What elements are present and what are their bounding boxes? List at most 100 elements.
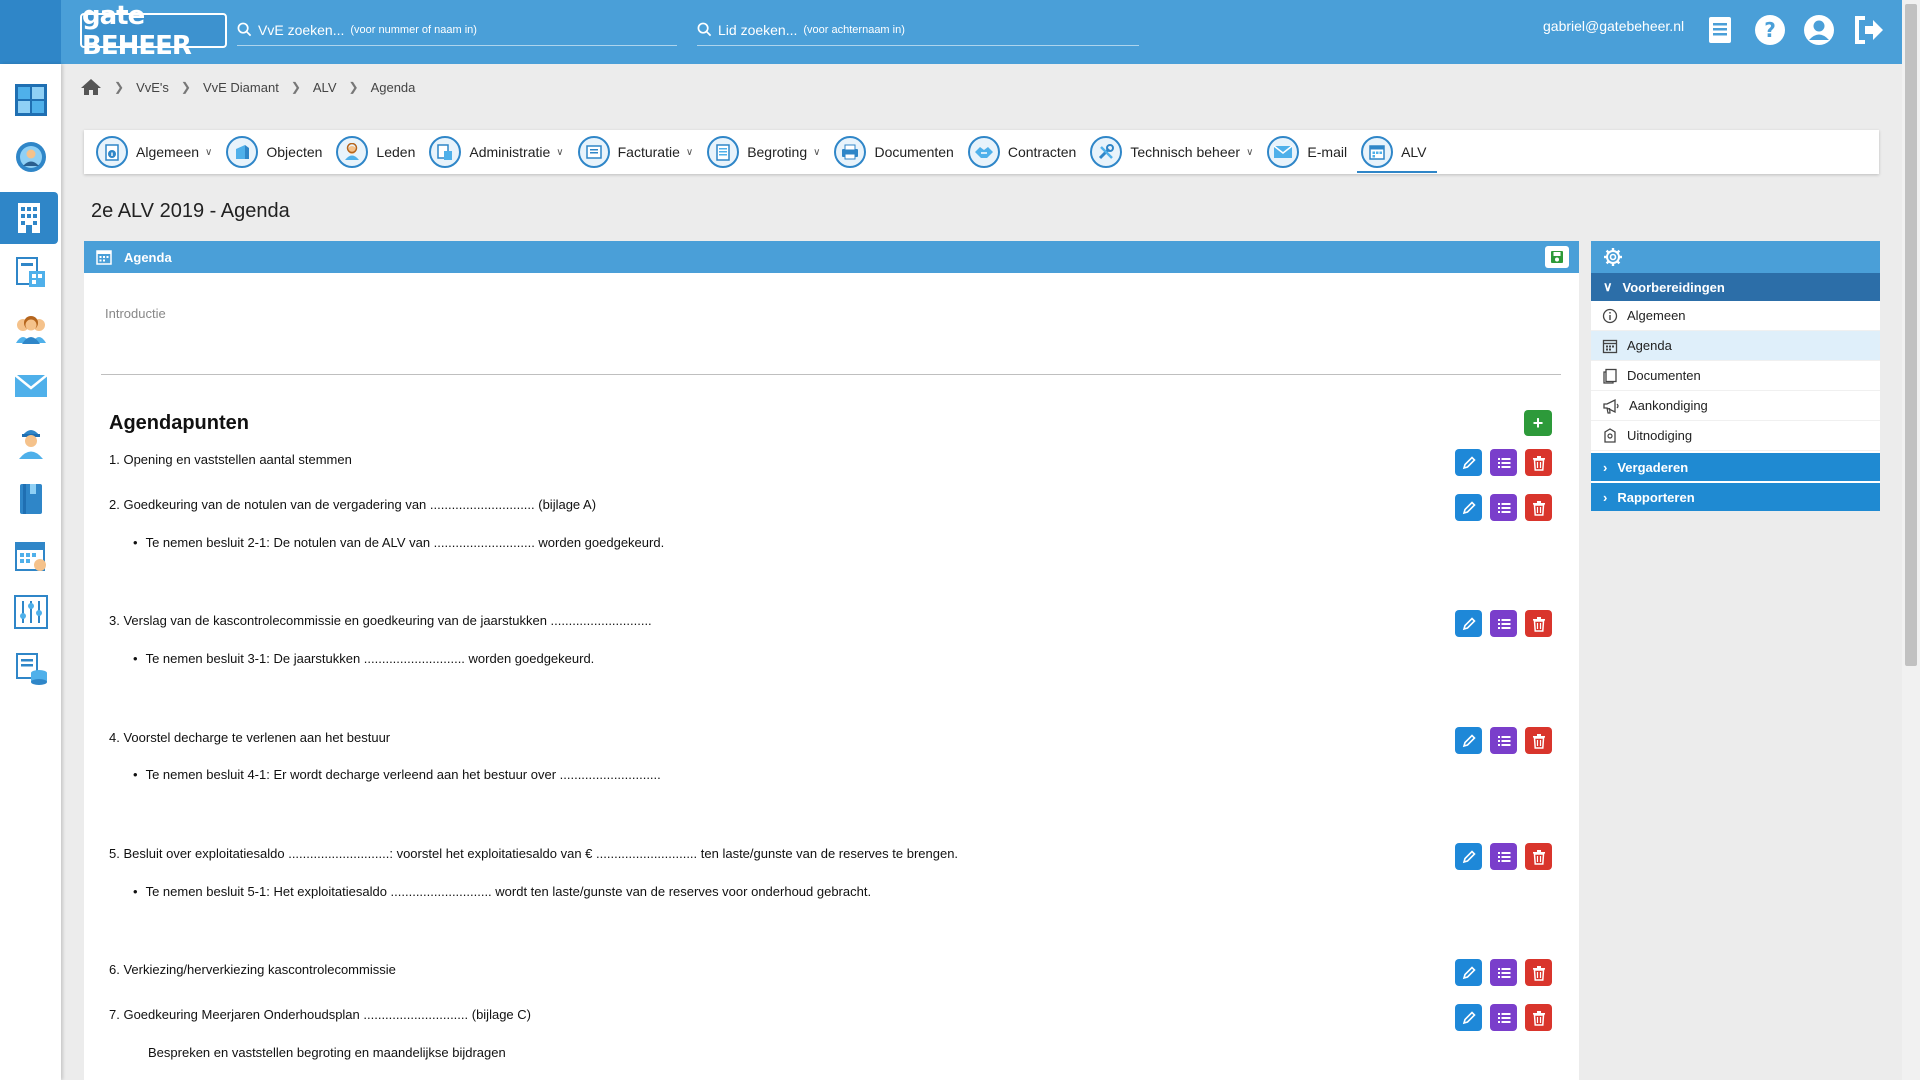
- edit-button[interactable]: [1455, 610, 1482, 637]
- agenda-item-4-besluit: Te nemen besluit 4-1: Er wordt decharge …: [133, 767, 661, 782]
- details-list-button[interactable]: [1490, 843, 1517, 870]
- logout-icon[interactable]: [1852, 13, 1886, 47]
- breadcrumb-item-vve-diamant[interactable]: VvE Diamant: [203, 80, 279, 95]
- tab-leden[interactable]: Leden: [332, 130, 425, 174]
- breadcrumb-item-alv[interactable]: ALV: [313, 80, 337, 95]
- tab-begroting[interactable]: Begroting ∨: [703, 130, 830, 174]
- list-icon: [1497, 851, 1510, 862]
- sidebar-settings-user-icon[interactable]: [0, 131, 61, 183]
- tab-contracten[interactable]: Contracten: [964, 130, 1086, 174]
- sidebar-sliders-icon[interactable]: [0, 586, 61, 638]
- sidebar-administration-icon[interactable]: [0, 247, 61, 299]
- nav-item-agenda[interactable]: Agenda: [1591, 331, 1880, 361]
- edit-button[interactable]: [1455, 1004, 1482, 1031]
- details-list-button[interactable]: [1490, 494, 1517, 521]
- introductie-label[interactable]: Introductie: [105, 306, 166, 321]
- add-agenda-item-button[interactable]: +: [1524, 410, 1552, 436]
- sidebar-buildings-icon[interactable]: [0, 192, 58, 244]
- tab-alv[interactable]: ALV: [1357, 130, 1437, 174]
- chevron-right-icon: ›: [1603, 459, 1608, 475]
- details-list-button[interactable]: [1490, 610, 1517, 637]
- sidebar-book-icon[interactable]: [0, 473, 61, 525]
- tab-administratie[interactable]: Administratie ∨: [425, 130, 573, 174]
- breadcrumb: ❯ VvE's ❯ VvE Diamant ❯ ALV ❯ Agenda: [80, 78, 415, 96]
- tab-objecten[interactable]: Objecten: [222, 130, 332, 174]
- section-voorbereidingen[interactable]: ∨ Voorbereidingen: [1591, 273, 1880, 301]
- tab-algemeen[interactable]: Algemeen ∨: [92, 130, 222, 174]
- details-list-button[interactable]: [1490, 449, 1517, 476]
- nav-item-aankondiging[interactable]: Aankondiging: [1591, 391, 1880, 421]
- details-list-button[interactable]: [1490, 959, 1517, 986]
- home-icon[interactable]: [80, 78, 102, 96]
- agenda-item-3-besluit: Te nemen besluit 3-1: De jaarstukken ...…: [133, 651, 595, 666]
- user-account-icon[interactable]: [1802, 13, 1836, 47]
- trash-icon: [1532, 1010, 1545, 1026]
- sidebar-calendar-icon[interactable]: [0, 530, 61, 582]
- gear-icon[interactable]: [1603, 247, 1623, 267]
- tab-email[interactable]: E-mail: [1263, 130, 1357, 174]
- delete-button[interactable]: [1525, 1004, 1552, 1031]
- list-icon: [1497, 618, 1510, 629]
- list-icon: [1497, 1012, 1510, 1023]
- user-email[interactable]: gabriel@gatebeheer.nl: [1543, 18, 1684, 34]
- pencil-icon: [1462, 500, 1476, 514]
- save-button[interactable]: [1545, 246, 1569, 268]
- agenda-panel-header: Agenda: [84, 241, 1579, 273]
- nav-item-algemeen[interactable]: Algemeen: [1591, 301, 1880, 331]
- sidebar-technician-icon[interactable]: [0, 416, 61, 468]
- edit-button[interactable]: [1455, 959, 1482, 986]
- agenda-item-7-actions: [1455, 1004, 1552, 1031]
- nav-item-uitnodiging[interactable]: Uitnodiging: [1591, 421, 1880, 451]
- invoice-icon: [577, 136, 610, 168]
- vve-search-placeholder: VvE zoeken...: [258, 21, 345, 38]
- chevron-right-icon: ›: [1603, 489, 1608, 505]
- tab-documenten[interactable]: Documenten: [830, 130, 963, 174]
- nav-item-label: Agenda: [1627, 338, 1672, 353]
- manual-book-icon[interactable]: [1703, 13, 1737, 47]
- budget-list-icon: [707, 136, 740, 168]
- trash-icon: [1532, 500, 1545, 516]
- delete-button[interactable]: [1525, 727, 1552, 754]
- tab-label: ALV: [1401, 144, 1427, 160]
- tab-label: E-mail: [1307, 144, 1348, 160]
- details-list-button[interactable]: [1490, 727, 1517, 754]
- nav-item-documenten[interactable]: Documenten: [1591, 361, 1880, 391]
- details-list-button[interactable]: [1490, 1004, 1517, 1031]
- building-icon: [226, 136, 259, 168]
- trash-icon: [1532, 965, 1545, 981]
- vertical-scrollbar-thumb[interactable]: [1905, 4, 1917, 666]
- tab-facturatie[interactable]: Facturatie ∨: [574, 130, 704, 174]
- invitation-icon: [1604, 427, 1616, 443]
- edit-button[interactable]: [1455, 494, 1482, 521]
- breadcrumb-item-vves[interactable]: VvE's: [136, 80, 169, 95]
- edit-button[interactable]: [1455, 843, 1482, 870]
- agenda-item-3: 3. Verslag van de kascontrolecommissie e…: [109, 613, 652, 628]
- tab-technisch-beheer[interactable]: Technisch beheer ∨: [1086, 130, 1263, 174]
- pencil-icon: [1462, 733, 1476, 747]
- delete-button[interactable]: [1525, 494, 1552, 521]
- lid-search-input[interactable]: Lid zoeken... (voor achternaam in): [697, 14, 1139, 46]
- sidebar-dashboard-icon[interactable]: [0, 74, 61, 126]
- gate-beheer-logo[interactable]: gate BEHEER: [80, 1, 227, 61]
- sidebar-email-icon[interactable]: [0, 360, 61, 412]
- delete-button[interactable]: [1525, 959, 1552, 986]
- calendar-icon: [96, 250, 112, 265]
- help-icon[interactable]: ?: [1753, 13, 1787, 47]
- delete-button[interactable]: [1525, 843, 1552, 870]
- delete-button[interactable]: [1525, 610, 1552, 637]
- tab-label: Leden: [376, 144, 416, 160]
- tab-label: Algemeen: [136, 144, 200, 160]
- section-vergaderen[interactable]: › Vergaderen: [1591, 453, 1880, 481]
- section-rapporteren[interactable]: › Rapporteren: [1591, 483, 1880, 511]
- edit-button[interactable]: [1455, 727, 1482, 754]
- pencil-icon: [1462, 455, 1476, 469]
- vve-search-input[interactable]: VvE zoeken... (voor nummer of naam in): [237, 14, 677, 46]
- sidebar-members-icon[interactable]: [0, 303, 61, 355]
- sidebar-reports-database-icon[interactable]: [0, 643, 61, 695]
- agenda-item-5: 5. Besluit over exploitatiesaldo .......…: [109, 846, 959, 861]
- agenda-panel: Agenda Introductie Agendapunten + 1. Ope…: [84, 241, 1579, 1080]
- delete-button[interactable]: [1525, 449, 1552, 476]
- agenda-item-1-actions: [1455, 449, 1552, 476]
- edit-button[interactable]: [1455, 449, 1482, 476]
- list-icon: [1497, 457, 1510, 468]
